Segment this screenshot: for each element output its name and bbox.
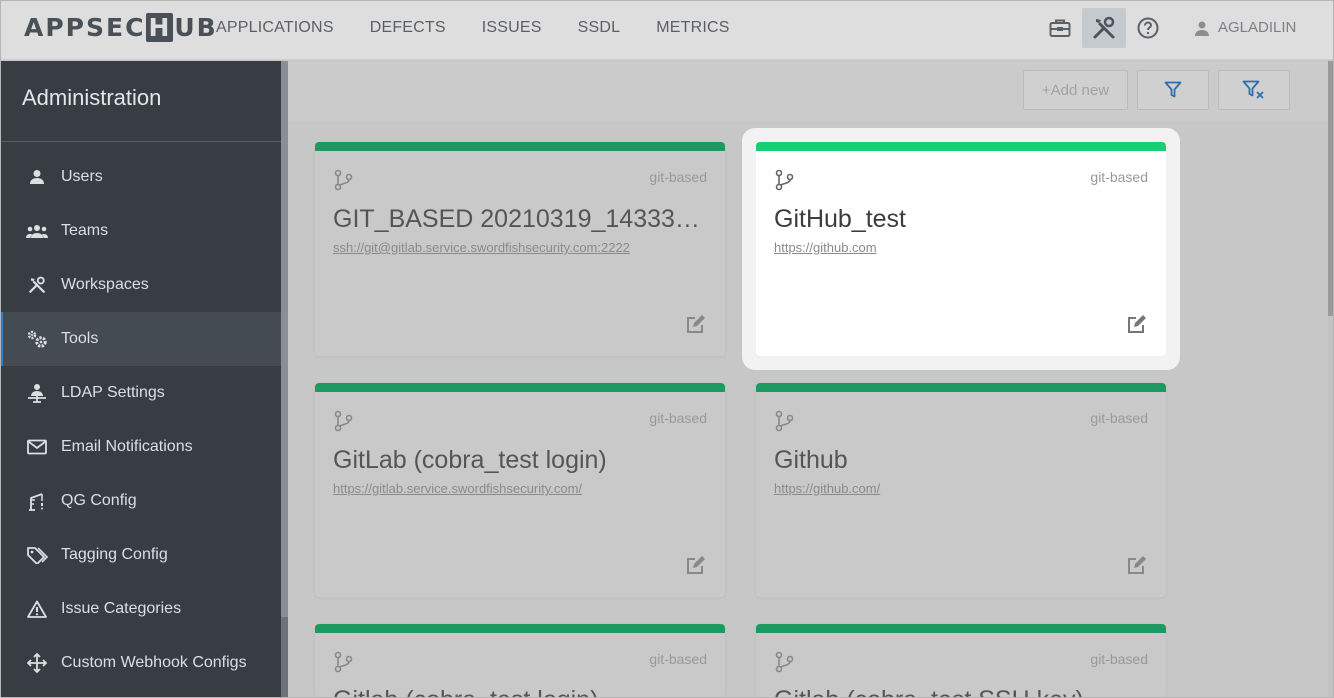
user-menu[interactable]: AGLADILIN	[1194, 19, 1296, 36]
tags-icon	[24, 545, 50, 565]
sidebar-item-users[interactable]: Users	[0, 150, 281, 204]
admin-sidebar: Administration Users Teams Workspaces To…	[0, 61, 281, 698]
tool-card[interactable]: git-based Gitlab (cobra_test SSH key)	[756, 624, 1166, 698]
envelope-icon	[24, 437, 50, 457]
sidebar-item-teams[interactable]: Teams	[0, 204, 281, 258]
edit-icon[interactable]	[1126, 554, 1148, 581]
briefcase-icon[interactable]	[1038, 8, 1082, 48]
card-type: git-based	[649, 410, 707, 426]
card-status-bar	[756, 624, 1166, 633]
sidebar-item-label: Tagging Config	[61, 546, 168, 563]
sidebar-item-label: Workspaces	[61, 276, 149, 293]
move-icon	[24, 653, 50, 673]
card-type: git-based	[1090, 169, 1148, 185]
card-status-bar	[756, 142, 1166, 151]
sidebar-item-tools[interactable]: Tools	[0, 312, 281, 366]
warning-icon	[24, 599, 50, 619]
help-icon[interactable]	[1126, 8, 1170, 48]
git-branch-icon	[333, 651, 355, 678]
sidebar-item-label: Email Notifications	[61, 438, 193, 455]
card-status-bar	[315, 383, 725, 392]
sidebar-item-custom-webhook-configs[interactable]: Custom Webhook Configs	[0, 636, 281, 690]
card-type: git-based	[1090, 410, 1148, 426]
card-status-bar	[315, 624, 725, 633]
logo-suffix: UB	[174, 13, 218, 42]
tool-card[interactable]: git-based GIT_BASED 20210319_1433378… ss…	[315, 142, 725, 356]
card-title: Gitlab (cobra_test login)	[333, 686, 707, 698]
sidebar-item-label: LDAP Settings	[61, 384, 165, 401]
nav-ssdl[interactable]: SSDL	[578, 19, 621, 37]
filter-clear-icon	[1242, 80, 1264, 99]
sidebar-item-qg-config[interactable]: QG Config	[0, 474, 281, 528]
top-bar: APPSEC H UB APPLICATIONS DEFECTS ISSUES SS…	[0, 0, 1334, 60]
sidebar-item-label: QG Config	[61, 492, 137, 509]
nav-applications[interactable]: APPLICATIONS	[216, 19, 334, 37]
gears-icon	[24, 329, 50, 349]
logo-h: H	[146, 13, 174, 42]
card-url[interactable]: https://gitlab.service.swordfishsecurity…	[333, 481, 582, 496]
tool-card-highlighted[interactable]: git-based GitHub_test https://github.com	[756, 142, 1166, 356]
tools-icon[interactable]	[1082, 8, 1126, 48]
sidebar-item-issue-categories[interactable]: Issue Categories	[0, 582, 281, 636]
card-url[interactable]: ssh://git@gitlab.service.swordfishsecuri…	[333, 240, 630, 255]
git-branch-icon	[333, 410, 355, 437]
card-status-bar	[315, 142, 725, 151]
card-url[interactable]: https://github.com/	[774, 481, 880, 496]
nav-issues[interactable]: ISSUES	[482, 19, 542, 37]
sidebar-scrollbar-thumb[interactable]	[281, 61, 288, 617]
git-branch-icon	[333, 169, 355, 196]
user-icon	[24, 167, 50, 187]
add-new-button[interactable]: +Add new	[1023, 70, 1128, 110]
tools-icon	[24, 275, 50, 295]
sidebar-item-label: Custom Webhook Configs	[61, 654, 247, 671]
tool-card[interactable]: git-based Github https://github.com/	[756, 383, 1166, 597]
sidebar-item-label: Teams	[61, 222, 109, 239]
edit-icon[interactable]	[685, 554, 707, 581]
card-type: git-based	[649, 651, 707, 667]
git-branch-icon	[774, 169, 796, 196]
tool-card[interactable]: git-based Gitlab (cobra_test login)	[315, 624, 725, 698]
card-title: Gitlab (cobra_test SSH key)	[774, 686, 1148, 698]
nav-defects[interactable]: DEFECTS	[370, 19, 446, 37]
ldap-icon	[24, 383, 50, 403]
sidebar-item-email-notifications[interactable]: Email Notifications	[0, 420, 281, 474]
appsechub-logo[interactable]: APPSEC H UB	[24, 13, 218, 42]
user-icon	[1195, 21, 1209, 36]
sidebar-item-label: Users	[61, 168, 103, 185]
main-scrollbar[interactable]	[1328, 61, 1334, 698]
main-scrollbar-thumb[interactable]	[1328, 61, 1334, 316]
tool-card[interactable]: git-based GitLab (cobra_test login) http…	[315, 383, 725, 597]
sidebar-item-label: Issue Categories	[61, 600, 182, 617]
sidebar-item-workspaces[interactable]: Workspaces	[0, 258, 281, 312]
sidebar-item-label: Tools	[61, 330, 99, 347]
card-title: GIT_BASED 20210319_1433378…	[333, 205, 707, 233]
top-icons	[1038, 8, 1170, 48]
sidebar-item-ldap-settings[interactable]: LDAP Settings	[0, 366, 281, 420]
crane-icon	[24, 491, 50, 511]
top-navigation: APPLICATIONS DEFECTS ISSUES SSDL METRICS	[216, 19, 766, 37]
git-branch-icon	[774, 651, 796, 678]
sidebar-scrollbar[interactable]	[281, 61, 288, 698]
card-url[interactable]: https://github.com	[774, 240, 877, 255]
card-type: git-based	[1090, 651, 1148, 667]
user-name: AGLADILIN	[1218, 19, 1297, 36]
git-branch-icon	[774, 410, 796, 437]
logo-prefix: APPSEC	[24, 13, 146, 42]
edit-icon[interactable]	[685, 313, 707, 340]
clear-filter-button[interactable]	[1218, 70, 1290, 110]
team-icon	[24, 221, 50, 241]
edit-icon[interactable]	[1126, 313, 1148, 340]
sidebar-title: Administration	[0, 61, 281, 142]
card-status-bar	[756, 383, 1166, 392]
card-title: GitLab (cobra_test login)	[333, 446, 607, 474]
tools-toolbar: +Add new	[288, 61, 1328, 121]
filter-button[interactable]	[1137, 70, 1209, 110]
filter-icon	[1164, 81, 1182, 98]
nav-metrics[interactable]: METRICS	[656, 19, 729, 37]
card-title: Github	[774, 446, 848, 474]
card-title: GitHub_test	[774, 205, 907, 233]
card-type: git-based	[649, 169, 707, 185]
sidebar-item-tagging-config[interactable]: Tagging Config	[0, 528, 281, 582]
